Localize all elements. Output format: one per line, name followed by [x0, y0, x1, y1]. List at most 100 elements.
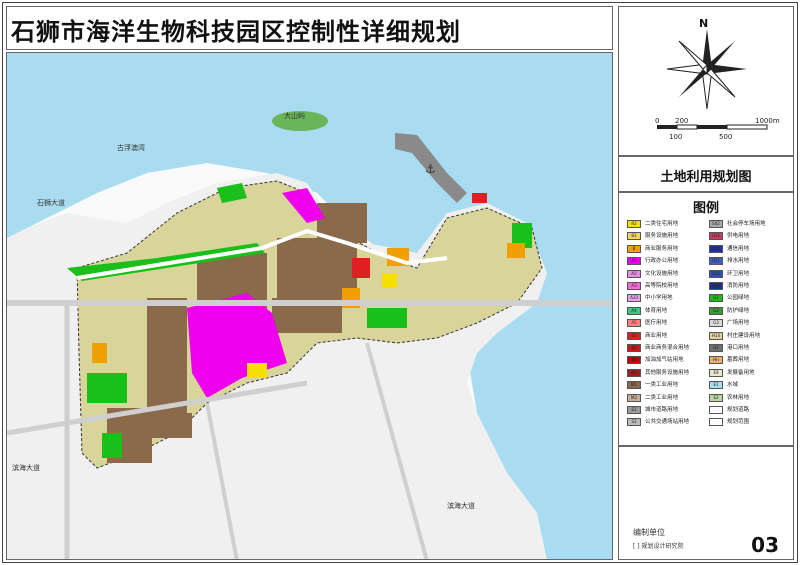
map-canvas: ⚓ [7, 53, 612, 559]
legend-item: S1 城市道路用地 [627, 405, 707, 415]
legend-label: 服务设施用地 [645, 233, 679, 240]
legend-item: U31 消防用地 [709, 281, 789, 291]
legend-swatch: M2 [627, 393, 641, 402]
legend-swatch: S42 [709, 220, 723, 228]
page-number: 03 [751, 533, 779, 557]
stamp-unit-label: 编制单位 [633, 528, 665, 537]
legend-item: S3 公共交通场站用地 [627, 417, 707, 427]
legend-label: 港口用地 [727, 345, 750, 351]
scale-tick: 1000m [755, 117, 780, 125]
legend-swatch [709, 418, 723, 427]
legend-swatch: A2 [627, 269, 641, 278]
legend-label: 商业用地 [645, 332, 668, 339]
legend-label: 规划道路 [727, 407, 750, 413]
legend-swatch: U11 [709, 232, 723, 241]
legend-item: Hn 墓葬用地 [709, 355, 789, 365]
land-use-map[interactable]: ⚓ 大山屿 古浮澳湾 石狮大道 滨海大道 滨海大道 [6, 52, 613, 560]
legend-swatch: G3 [709, 319, 723, 328]
scale-tick: 500 [719, 133, 733, 141]
anchor-icon: ⚓ [425, 162, 436, 176]
legend-item: E2 农林用地 [709, 393, 789, 403]
legend-item: U21 排水用地 [709, 256, 789, 266]
label-road-bottom-left: 滨海大道 [12, 464, 40, 472]
legend-label: 文化设施用地 [645, 270, 679, 277]
legend-label: 发展备用地 [727, 369, 755, 376]
legend-swatch: S3 [627, 418, 641, 427]
title-bar: 石狮市海洋生物科技园区控制性详细规划 [6, 6, 613, 50]
legend-item: A3 高等院校用地 [627, 281, 707, 291]
legend-item: U22 环卫用地 [709, 269, 789, 279]
legend-label: 其他服务设施用地 [645, 369, 690, 376]
legend-item: A33 中小学用地 [627, 293, 707, 303]
legend-item: G1 公园绿地 [709, 293, 789, 303]
legend-label: 商业服务用地 [645, 245, 679, 252]
legend-item: A1 行政办公用地 [627, 256, 707, 266]
label-road-left: 石狮大道 [37, 199, 65, 207]
legend-item: U15 通信用地 [709, 244, 789, 254]
legend-swatch: E2 [709, 393, 723, 402]
legend-swatch: S1 [627, 406, 641, 414]
legend-label: 城市道路用地 [645, 407, 679, 413]
legend-item: G3 广场用地 [709, 318, 789, 328]
legend-label: 排水用地 [727, 258, 750, 265]
side-panel: N 0 200 1000m 100 500 土地利用规划图 图例 R2 二类住宅… [618, 6, 794, 560]
legend-label: 一类工业用地 [645, 382, 679, 389]
legend-swatch: B2 [627, 344, 641, 352]
legend-label: 农林用地 [727, 394, 750, 401]
legend-label: 中小学用地 [645, 295, 673, 302]
legend-title: 图例 [692, 201, 719, 216]
map-title: 石狮市海洋生物科技园区控制性详细规划 [11, 18, 461, 46]
legend-label: 社会停车场用地 [727, 221, 766, 227]
legend-swatch: Hn [709, 356, 723, 365]
legend-swatch: B1 [627, 232, 641, 241]
label-road-bottom-right: 滨海大道 [447, 502, 475, 510]
scale-tick: 100 [669, 133, 683, 141]
legend-label: 行政办公用地 [645, 258, 679, 265]
legend-item: G2 防护绿地 [709, 306, 789, 316]
legend-label: 二类住宅用地 [645, 221, 679, 227]
legend-item: 规划道路 [709, 405, 789, 415]
legend-swatch: A1 [627, 257, 641, 266]
legend-item: S42 社会停车场用地 [709, 219, 789, 229]
legend-label: 二类工业用地 [645, 394, 679, 401]
north-label: N [699, 17, 709, 30]
legend-label: 规划范围 [727, 419, 750, 426]
legend-item: E1 水域 [709, 380, 789, 390]
legend-item: M2 二类工业用地 [627, 393, 707, 403]
legend-label: 通信用地 [727, 245, 750, 252]
legend-swatch [709, 406, 723, 414]
legend-item: 规划范围 [709, 417, 789, 427]
legend-item: H2 港口用地 [709, 343, 789, 353]
legend-label: 医疗用地 [645, 320, 668, 327]
legend-swatch: G1 [709, 294, 723, 303]
scale-tick: 200 [675, 117, 689, 125]
compass-panel: N 0 200 1000m 100 500 [618, 6, 794, 156]
legend-item: A5 医疗用地 [627, 318, 707, 328]
map-name-panel: 土地利用规划图 [618, 156, 794, 192]
legend-item: B4 加油加气站用地 [627, 355, 707, 365]
legend-swatch: G2 [709, 306, 723, 315]
legend-label: 防护绿地 [727, 307, 750, 314]
legend-item: U11 供电用地 [709, 231, 789, 241]
legend-swatch: E9 [709, 368, 723, 377]
legend-panel: 图例 R2 二类住宅用地 B1 服务设施用地 B 商业服务用地 A1 行政办公用地 A2 文化设施… [618, 192, 794, 446]
legend-swatch: U22 [709, 269, 723, 278]
stamp-unit-name: [ ] 规划设计研究院 [633, 543, 684, 550]
legend-label: 广场用地 [727, 320, 750, 327]
legend-label: 商业商务混合用地 [645, 345, 690, 351]
stamp-panel: 编制单位 [ ] 规划设计研究院 03 [618, 446, 794, 560]
legend-swatch: A3 [627, 282, 641, 290]
legend-label: 村庄建设用地 [727, 332, 761, 339]
legend-swatch: U21 [709, 257, 723, 266]
legend-item: B1 商业用地 [627, 331, 707, 341]
legend-label: 公共交通场站用地 [645, 419, 690, 426]
legend-swatch: B [627, 244, 641, 253]
legend-item: A2 文化设施用地 [627, 269, 707, 279]
label-island: 大山屿 [284, 112, 305, 120]
legend-item: A4 体育用地 [627, 306, 707, 316]
legend-label: 环卫用地 [727, 270, 750, 277]
legend-label: 高等院校用地 [645, 283, 679, 289]
legend-label: 墓葬用地 [727, 357, 750, 364]
legend-label: 公园绿地 [727, 295, 750, 302]
legend-item: E9 发展备用地 [709, 368, 789, 378]
